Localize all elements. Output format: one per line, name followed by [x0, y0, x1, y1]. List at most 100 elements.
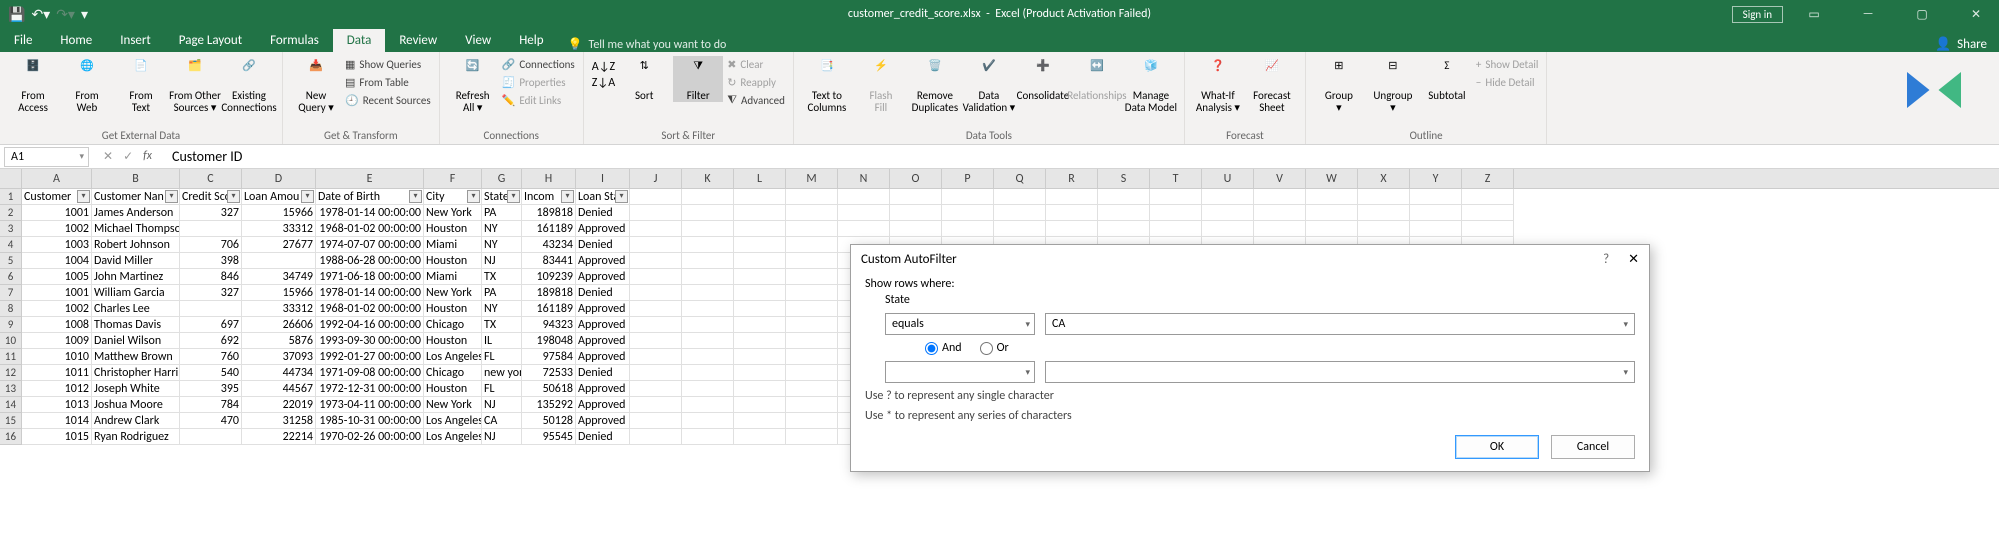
cell[interactable]: [682, 237, 734, 253]
cell[interactable]: 1005: [22, 269, 92, 285]
save-icon[interactable]: 💾: [8, 6, 25, 23]
cell[interactable]: [786, 333, 838, 349]
cell[interactable]: 1978-01-14 00:00:00: [316, 285, 424, 301]
dialog-help-icon[interactable]: ?: [1603, 252, 1609, 267]
cell[interactable]: 1014: [22, 413, 92, 429]
cell[interactable]: [630, 237, 682, 253]
row-header[interactable]: 3: [0, 221, 22, 237]
cell[interactable]: TX: [482, 269, 522, 285]
cell[interactable]: [786, 221, 838, 237]
cell[interactable]: [1046, 205, 1098, 221]
cell[interactable]: Houston: [424, 333, 482, 349]
cell[interactable]: [1358, 205, 1410, 221]
cell[interactable]: NJ: [482, 253, 522, 269]
cell[interactable]: 470: [180, 413, 242, 429]
maximize-icon[interactable]: ▢: [1899, 0, 1945, 28]
recent-sources-button[interactable]: 🕘Recent Sources: [345, 92, 431, 108]
cell[interactable]: 1972-12-31 00:00:00: [316, 381, 424, 397]
tell-me-search[interactable]: Tell me what you want to do: [568, 37, 727, 52]
cell[interactable]: 50128: [522, 413, 576, 429]
column-header-cell[interactable]: State▾: [482, 189, 522, 205]
col-header-D[interactable]: D: [242, 169, 316, 188]
dialog-close-icon[interactable]: ✕: [1628, 252, 1639, 267]
column-header-cell[interactable]: Customer Nan▾: [92, 189, 180, 205]
from-other-button[interactable]: 🗂️From Other Sources ▾: [170, 56, 220, 114]
cell[interactable]: [682, 317, 734, 333]
filter-dropdown-icon[interactable]: ▾: [301, 190, 314, 203]
subtotal-button[interactable]: ΣSubtotal: [1422, 56, 1472, 102]
cell[interactable]: [786, 205, 838, 221]
name-box[interactable]: A1▾: [4, 147, 89, 167]
cell[interactable]: 31258: [242, 413, 316, 429]
cell[interactable]: NJ: [482, 429, 522, 445]
cell[interactable]: [180, 301, 242, 317]
cell[interactable]: [734, 301, 786, 317]
col-header-I[interactable]: I: [576, 169, 630, 188]
cell[interactable]: [734, 221, 786, 237]
cell[interactable]: [1202, 221, 1254, 237]
tab-insert[interactable]: Insert: [106, 29, 165, 52]
cell[interactable]: Matthew Brown: [92, 349, 180, 365]
cell[interactable]: [734, 237, 786, 253]
col-header-V[interactable]: V: [1254, 169, 1306, 188]
cell[interactable]: [734, 253, 786, 269]
cell[interactable]: Los Angeles: [424, 429, 482, 445]
cell[interactable]: Miami: [424, 269, 482, 285]
cell[interactable]: 1010: [22, 349, 92, 365]
column-header-cell[interactable]: Customer▾: [22, 189, 92, 205]
cell[interactable]: [734, 397, 786, 413]
cell[interactable]: [786, 253, 838, 269]
cell[interactable]: Denied: [576, 205, 630, 221]
row-header[interactable]: 8: [0, 301, 22, 317]
filter-dropdown-icon[interactable]: ▾: [409, 190, 422, 203]
cell[interactable]: 692: [180, 333, 242, 349]
cell[interactable]: [734, 333, 786, 349]
qat-customize-icon[interactable]: ▾: [81, 6, 88, 23]
cell[interactable]: 43234: [522, 237, 576, 253]
tab-data[interactable]: Data: [333, 29, 386, 52]
existing-connections-button[interactable]: 🔗Existing Connections: [224, 56, 274, 114]
from-web-button[interactable]: 🌐From Web: [62, 56, 112, 114]
tab-page-layout[interactable]: Page Layout: [165, 29, 256, 52]
cell[interactable]: [734, 205, 786, 221]
cell[interactable]: Approved: [576, 301, 630, 317]
operator1-select[interactable]: equals▾: [885, 313, 1035, 335]
redo-icon[interactable]: ↷▾: [56, 6, 75, 23]
cell[interactable]: 1971-09-08 00:00:00: [316, 365, 424, 381]
cell[interactable]: [682, 301, 734, 317]
cell[interactable]: [630, 317, 682, 333]
filter-dropdown-icon[interactable]: ▾: [165, 190, 178, 203]
column-header-cell[interactable]: Date of Birth▾: [316, 189, 424, 205]
cell[interactable]: [838, 205, 890, 221]
cancel-formula-icon[interactable]: ✕: [103, 149, 113, 164]
cell[interactable]: [630, 333, 682, 349]
column-header-cell[interactable]: City▾: [424, 189, 482, 205]
forecast-sheet-button[interactable]: 📈Forecast Sheet: [1247, 56, 1297, 114]
cell[interactable]: 327: [180, 205, 242, 221]
cell[interactable]: [1410, 221, 1462, 237]
cell[interactable]: Los Angeles: [424, 413, 482, 429]
cell[interactable]: 34749: [242, 269, 316, 285]
cell[interactable]: 784: [180, 397, 242, 413]
row-header[interactable]: 14: [0, 397, 22, 413]
cell[interactable]: 1011: [22, 365, 92, 381]
cell[interactable]: [630, 381, 682, 397]
cell[interactable]: [1202, 205, 1254, 221]
cell[interactable]: [734, 317, 786, 333]
cell[interactable]: 1973-04-11 00:00:00: [316, 397, 424, 413]
remove-duplicates-button[interactable]: 🗑️Remove Duplicates: [910, 56, 960, 114]
cancel-button[interactable]: Cancel: [1551, 435, 1635, 459]
enter-formula-icon[interactable]: ✓: [123, 149, 133, 164]
cell[interactable]: Charles Lee: [92, 301, 180, 317]
cell[interactable]: [682, 269, 734, 285]
cell[interactable]: 1971-06-18 00:00:00: [316, 269, 424, 285]
cell[interactable]: 198048: [522, 333, 576, 349]
cell[interactable]: NY: [482, 301, 522, 317]
value2-input[interactable]: ▾: [1045, 361, 1635, 383]
cell[interactable]: Approved: [576, 381, 630, 397]
cell[interactable]: 846: [180, 269, 242, 285]
group-button[interactable]: ⊞Group ▾: [1314, 56, 1364, 114]
row-header[interactable]: 13: [0, 381, 22, 397]
cell[interactable]: [786, 429, 838, 445]
cell[interactable]: [1098, 205, 1150, 221]
